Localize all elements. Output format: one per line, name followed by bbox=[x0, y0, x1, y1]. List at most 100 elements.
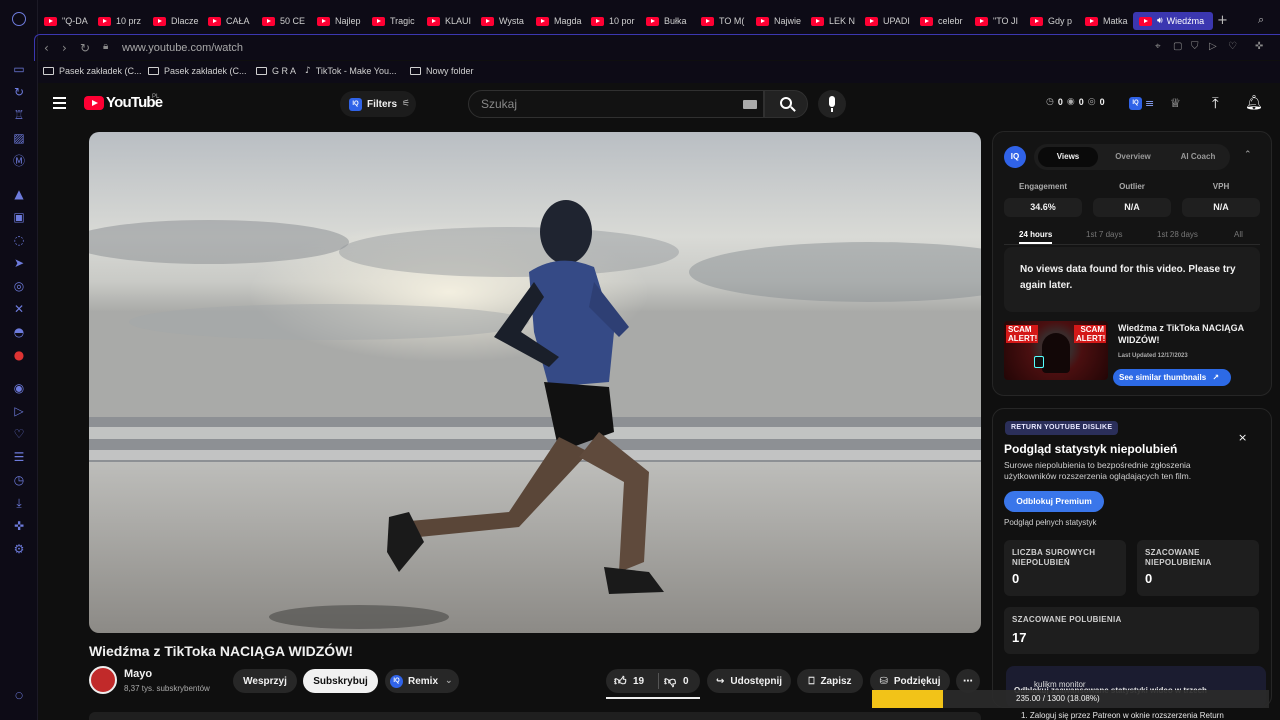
discord-icon[interactable]: ◓ bbox=[11, 324, 27, 340]
collapse-icon[interactable]: ⌃ bbox=[1244, 150, 1252, 160]
browser-tab[interactable]: Gdy p bbox=[1030, 12, 1080, 30]
browser-tab[interactable]: celebr bbox=[920, 12, 970, 30]
channel-name[interactable]: Mayo bbox=[124, 668, 152, 680]
shield-icon[interactable]: ⛉ bbox=[1191, 41, 1199, 52]
search-tabs-icon[interactable]: ⌕ bbox=[1258, 13, 1264, 27]
tab-ai-coach[interactable]: AI Coach bbox=[1168, 147, 1228, 167]
vidiq-counters[interactable]: ◷ 0 ◉ 0 ◎ 0 bbox=[1046, 97, 1105, 107]
browser-tab[interactable]: Tragic bbox=[372, 12, 422, 30]
refresh-space-icon[interactable]: ↻ bbox=[11, 84, 27, 100]
channel-avatar[interactable] bbox=[89, 666, 117, 694]
range-28d[interactable]: 1st 28 days bbox=[1157, 230, 1198, 239]
browser-tab[interactable]: "Q-DA bbox=[44, 12, 94, 30]
subscribe-button[interactable]: Subskrybuj bbox=[303, 669, 378, 693]
range-7d[interactable]: 1st 7 days bbox=[1086, 230, 1122, 239]
like-count[interactable]: 19 bbox=[633, 676, 644, 687]
heart-icon[interactable]: ♡ bbox=[11, 426, 27, 442]
browser-tab[interactable]: 10 por bbox=[591, 12, 641, 30]
music-icon[interactable]: ◉ bbox=[11, 380, 27, 396]
description-box[interactable] bbox=[89, 712, 981, 720]
send-icon[interactable]: ▷ bbox=[11, 403, 27, 419]
forward-icon[interactable]: › bbox=[62, 41, 67, 55]
browser-tab[interactable]: UPADI bbox=[865, 12, 915, 30]
messenger-icon[interactable]: ◌ bbox=[11, 232, 27, 248]
vidiq-icon[interactable]: IQ bbox=[1129, 97, 1142, 110]
extension-icon[interactable]: ● bbox=[11, 347, 27, 363]
search-button[interactable] bbox=[764, 90, 808, 118]
settings-icon[interactable]: ⚙ bbox=[11, 541, 27, 557]
extensions-icon[interactable]: ✜ bbox=[1255, 41, 1263, 52]
bookmark-folder[interactable]: Pasek zakładek (C... bbox=[148, 66, 247, 76]
see-similar-thumbnails-button[interactable]: See similar thumbnails ↗ bbox=[1113, 369, 1232, 386]
browser-tab[interactable]: KLAUI bbox=[427, 12, 477, 30]
range-24h[interactable]: 24 hours bbox=[1019, 230, 1053, 244]
browser-tab[interactable]: Dlacze bbox=[153, 12, 203, 30]
puzzle-icon[interactable]: ✜ bbox=[11, 518, 27, 534]
twitch-icon[interactable]: ▣ bbox=[11, 209, 27, 225]
unlock-premium-button[interactable]: Odblokuj Premium bbox=[1004, 491, 1104, 512]
image-icon[interactable]: ▨ bbox=[11, 130, 27, 146]
browser-tab[interactable]: 50 CE bbox=[262, 12, 312, 30]
browser-tab[interactable]: TO M( bbox=[701, 12, 751, 30]
share-button[interactable]: ↪ Udostępnij bbox=[707, 669, 791, 693]
filters-button[interactable]: IQ Filters ⚟ bbox=[340, 91, 416, 117]
dislike-icon[interactable]: 👎︎ bbox=[664, 674, 676, 689]
bookmark-heart-icon[interactable]: ♡ bbox=[1228, 41, 1237, 52]
search-input[interactable]: Szukaj bbox=[468, 90, 764, 118]
url-text[interactable]: www.youtube.com/watch bbox=[122, 42, 243, 54]
play-icon[interactable]: ▷ bbox=[1209, 41, 1217, 52]
speaker-icon[interactable]: 🔊︎ bbox=[1157, 16, 1163, 26]
list-icon[interactable]: ☰ bbox=[11, 449, 27, 465]
history-icon[interactable]: ◷ bbox=[11, 472, 27, 488]
keyboard-icon[interactable] bbox=[743, 100, 757, 109]
youtube-logo-icon[interactable] bbox=[84, 96, 104, 110]
browser-tab[interactable]: Magda bbox=[536, 12, 586, 30]
reload-icon[interactable]: ↻ bbox=[80, 41, 90, 55]
trophy-icon[interactable]: ♕ bbox=[1170, 96, 1181, 110]
bookmark-folder[interactable]: Nowy folder bbox=[410, 66, 474, 76]
notifications-icon[interactable]: 🔔︎ bbox=[1245, 95, 1263, 111]
x-icon[interactable]: ✕ bbox=[11, 301, 27, 317]
browser-tab[interactable]: Najwie bbox=[756, 12, 806, 30]
menu-icon[interactable] bbox=[53, 97, 66, 109]
vidiq-list-icon[interactable]: ≡ bbox=[1145, 97, 1154, 110]
instagram-icon[interactable]: ◎ bbox=[11, 278, 27, 294]
video-player[interactable] bbox=[89, 132, 981, 633]
tab-views[interactable]: Views bbox=[1038, 147, 1098, 167]
voice-search-button[interactable] bbox=[818, 90, 846, 118]
bot-icon[interactable]: ♖ bbox=[11, 107, 27, 123]
pin-icon[interactable]: ⌖ bbox=[1155, 41, 1161, 52]
browser-tab[interactable]: Matka bbox=[1085, 12, 1135, 30]
upload-icon[interactable]: ⤒ bbox=[1212, 94, 1219, 112]
dislike-count[interactable]: 0 bbox=[683, 676, 689, 687]
bookmark-folder[interactable]: G R A bbox=[256, 66, 296, 76]
download-icon[interactable]: ⤓ bbox=[11, 495, 27, 511]
m-app-icon[interactable]: Ⓜ bbox=[11, 153, 27, 169]
bookmark-tiktok[interactable]: ♪ TikTok - Make You... bbox=[305, 66, 396, 76]
range-all[interactable]: All bbox=[1234, 230, 1243, 239]
browser-tab[interactable]: Najlep bbox=[317, 12, 367, 30]
telegram-icon[interactable]: ➤ bbox=[11, 255, 27, 271]
browser-tab[interactable]: LEK N bbox=[811, 12, 861, 30]
browser-tab[interactable]: CAŁA bbox=[208, 12, 258, 30]
save-button[interactable]: ⎕ Zapisz bbox=[797, 669, 863, 693]
remix-button[interactable]: IQ Remix ⌄ bbox=[385, 669, 459, 693]
browser-tab[interactable]: Wysta bbox=[481, 12, 531, 30]
tab-overview[interactable]: Overview bbox=[1103, 147, 1163, 167]
back-icon[interactable]: ‹ bbox=[44, 41, 49, 55]
browser-tab[interactable]: 10 prz bbox=[98, 12, 148, 30]
workspace-icon[interactable]: ▭ bbox=[11, 61, 27, 77]
bookmark-folder[interactable]: Pasek zakładek (C... bbox=[43, 66, 142, 76]
aria-icon[interactable]: ▲ bbox=[11, 186, 27, 202]
browser-tab[interactable]: "TO JI bbox=[975, 12, 1025, 30]
opera-logo-icon[interactable] bbox=[12, 12, 26, 26]
video-thumbnail[interactable]: SCAM ALERT! SCAM ALERT! bbox=[1004, 321, 1108, 380]
full-stats-link[interactable]: Podgląd pełnych statystyk bbox=[1004, 518, 1097, 527]
snapshot-icon[interactable]: ▢ bbox=[1173, 41, 1182, 52]
new-tab-icon[interactable]: + bbox=[1217, 13, 1228, 28]
more-icon[interactable]: ○ bbox=[11, 688, 27, 704]
browser-tab[interactable]: Bułka bbox=[646, 12, 696, 30]
close-icon[interactable]: × bbox=[1238, 431, 1247, 444]
browser-tab[interactable]: 🔊︎ Wiedźma bbox=[1133, 12, 1213, 30]
support-button[interactable]: Wesprzyj bbox=[233, 669, 297, 693]
